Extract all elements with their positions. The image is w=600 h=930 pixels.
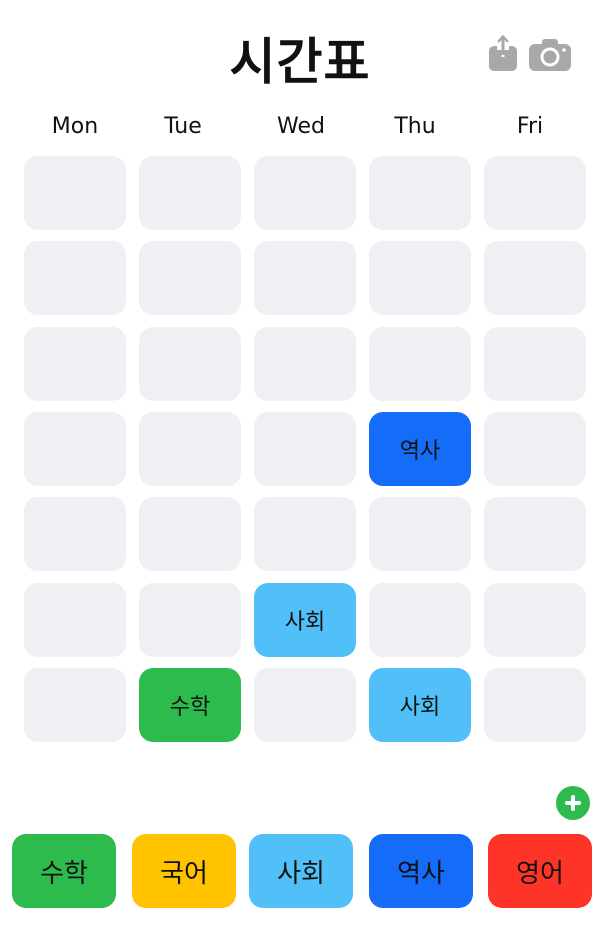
day-header-wed: Wed xyxy=(277,114,325,139)
timetable-cell[interactable] xyxy=(139,412,241,486)
subject-button[interactable]: 영어 xyxy=(488,834,592,908)
day-header-thu: Thu xyxy=(394,114,436,139)
timetable-cell[interactable] xyxy=(24,583,126,657)
timetable-cell[interactable] xyxy=(484,497,586,571)
timetable-cell[interactable] xyxy=(139,583,241,657)
timetable-cell[interactable] xyxy=(24,241,126,315)
timetable-cell[interactable] xyxy=(254,241,356,315)
timetable-cell[interactable] xyxy=(24,497,126,571)
timetable-cell[interactable] xyxy=(254,497,356,571)
timetable-cell[interactable] xyxy=(24,327,126,401)
timetable-cell[interactable] xyxy=(484,668,586,742)
timetable-cell[interactable] xyxy=(24,412,126,486)
timetable-cell[interactable] xyxy=(369,327,471,401)
share-icon[interactable] xyxy=(488,34,518,72)
timetable-cell[interactable] xyxy=(139,156,241,230)
subject-button[interactable]: 사회 xyxy=(249,834,353,908)
timetable-cell[interactable] xyxy=(369,241,471,315)
timetable-cell[interactable] xyxy=(139,241,241,315)
day-header-fri: Fri xyxy=(516,114,544,139)
timetable-cell[interactable] xyxy=(24,156,126,230)
timetable-cell[interactable] xyxy=(24,668,126,742)
timetable-cell[interactable] xyxy=(484,583,586,657)
timetable-cell[interactable] xyxy=(369,583,471,657)
timetable-cell[interactable]: 수학 xyxy=(139,668,241,742)
timetable-cell[interactable] xyxy=(139,497,241,571)
camera-icon[interactable] xyxy=(528,38,572,72)
timetable-cell[interactable] xyxy=(254,412,356,486)
timetable-cell[interactable] xyxy=(139,327,241,401)
timetable-cell[interactable] xyxy=(254,327,356,401)
timetable-cell[interactable] xyxy=(484,241,586,315)
subject-button[interactable]: 국어 xyxy=(132,834,236,908)
timetable-cell[interactable] xyxy=(254,668,356,742)
timetable-cell[interactable] xyxy=(484,156,586,230)
timetable-cell[interactable] xyxy=(484,412,586,486)
timetable-cell[interactable] xyxy=(369,497,471,571)
day-header-mon: Mon xyxy=(51,114,99,139)
timetable-cell[interactable]: 사회 xyxy=(369,668,471,742)
timetable-cell[interactable]: 사회 xyxy=(254,583,356,657)
timetable-cell[interactable] xyxy=(369,156,471,230)
timetable-cell[interactable]: 역사 xyxy=(369,412,471,486)
timetable-cell[interactable] xyxy=(254,156,356,230)
subject-button[interactable]: 역사 xyxy=(369,834,473,908)
timetable-cell[interactable] xyxy=(484,327,586,401)
add-subject-button[interactable] xyxy=(556,786,590,820)
subject-button[interactable]: 수학 xyxy=(12,834,116,908)
day-header-tue: Tue xyxy=(164,114,202,139)
